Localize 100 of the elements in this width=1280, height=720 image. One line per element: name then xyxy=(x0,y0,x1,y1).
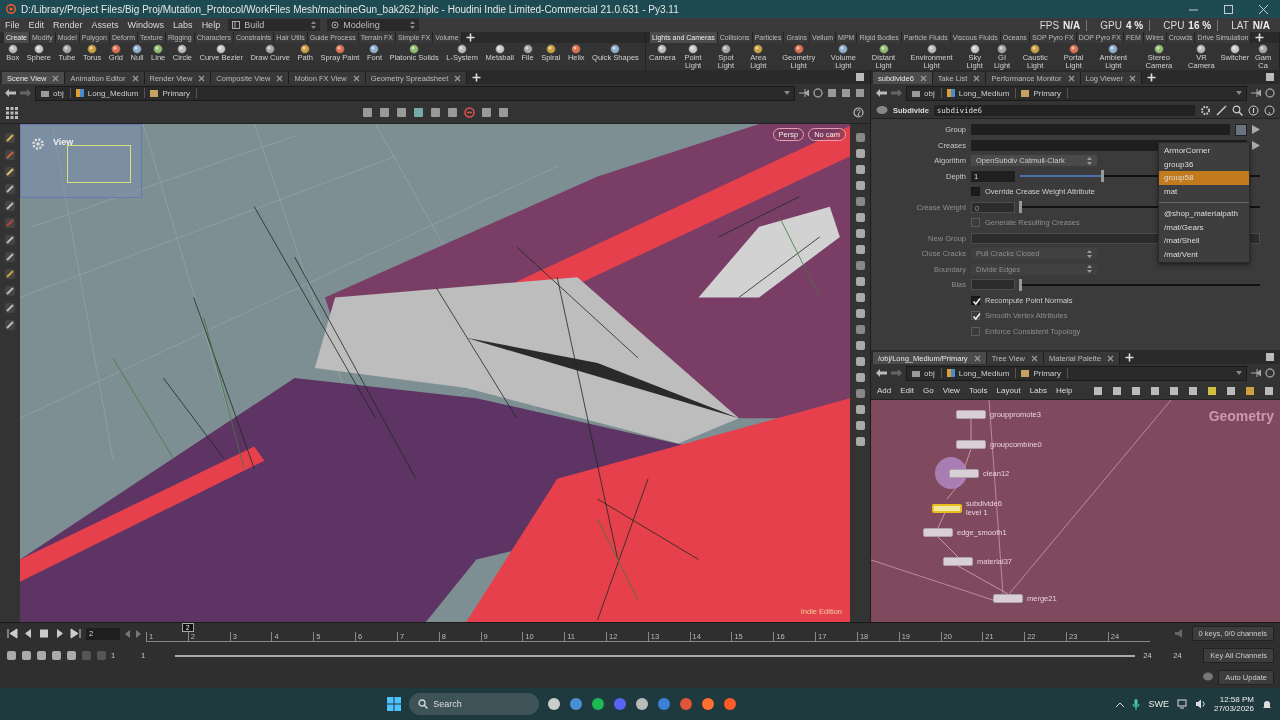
search-icon[interactable] xyxy=(1232,104,1243,116)
menu-item[interactable]: Help xyxy=(200,20,222,30)
menu-item[interactable]: Labs xyxy=(1029,386,1047,395)
close-icon[interactable] xyxy=(131,74,139,82)
tool-icon[interactable] xyxy=(4,132,16,144)
toolbar-icon[interactable] xyxy=(1245,385,1255,396)
menu-item[interactable]: Add xyxy=(877,386,892,395)
tool-icon[interactable] xyxy=(854,212,866,223)
pin-icon[interactable] xyxy=(1251,88,1261,98)
clock-time[interactable]: 12:58 PM xyxy=(1219,695,1254,704)
list-option[interactable]: group36 xyxy=(1159,157,1249,171)
tool-icon[interactable] xyxy=(854,132,866,143)
play-icon[interactable] xyxy=(54,628,66,640)
square-icon[interactable] xyxy=(498,107,509,118)
tool-icon[interactable] xyxy=(4,268,16,280)
tool-icon[interactable] xyxy=(854,292,866,303)
close-icon[interactable] xyxy=(973,74,981,82)
network-node[interactable] xyxy=(993,594,1023,603)
desktop-selector[interactable]: Modeling xyxy=(327,19,420,31)
close-icon[interactable] xyxy=(352,74,360,82)
close-icon[interactable] xyxy=(52,74,60,82)
desktop-selector[interactable]: Build xyxy=(228,19,321,31)
tool-icon[interactable] xyxy=(854,308,866,319)
dropdown-arrow-icon[interactable] xyxy=(784,91,790,95)
clock-date[interactable]: 27/03/2026 xyxy=(1213,704,1254,713)
bell-icon[interactable] xyxy=(1262,698,1272,710)
dropdown-arrow-icon[interactable] xyxy=(1236,91,1242,95)
network-node[interactable] xyxy=(949,469,979,478)
tool-icon[interactable] xyxy=(854,228,866,239)
close-icon[interactable] xyxy=(454,74,462,82)
path-segment[interactable]: Long_Medium xyxy=(74,88,146,98)
square-icon[interactable] xyxy=(841,88,851,98)
back-arrow-icon[interactable] xyxy=(876,369,887,377)
menu-item[interactable]: Windows xyxy=(126,20,166,30)
tool-icon[interactable] xyxy=(4,251,16,263)
circle-icon[interactable] xyxy=(1265,88,1275,98)
tool-icon[interactable] xyxy=(854,404,866,415)
close-icon[interactable] xyxy=(1067,74,1075,82)
tool-icon[interactable] xyxy=(854,260,866,271)
grid-icon[interactable] xyxy=(6,106,18,119)
app-icon[interactable] xyxy=(635,697,650,711)
tool-icon[interactable] xyxy=(854,356,866,367)
tool-icon[interactable] xyxy=(854,148,866,159)
microphone-icon[interactable] xyxy=(1132,698,1141,710)
tool-icon[interactable] xyxy=(854,372,866,383)
toolbar-icon[interactable] xyxy=(1112,385,1122,396)
menu-item[interactable]: Go xyxy=(923,386,934,395)
path-segment[interactable]: Long_Medium xyxy=(945,88,1017,98)
network-node[interactable] xyxy=(956,440,986,449)
menu-item[interactable]: Layout xyxy=(996,386,1021,395)
chat-icon[interactable] xyxy=(1202,672,1215,683)
menu-item[interactable]: Assets xyxy=(90,20,120,30)
square-icon[interactable] xyxy=(362,107,373,118)
toolbar-icon[interactable] xyxy=(1150,385,1160,396)
back-arrow-icon[interactable] xyxy=(5,89,16,97)
list-option[interactable]: mat xyxy=(1159,184,1249,198)
tool-icon[interactable] xyxy=(4,319,16,331)
plus-icon[interactable] xyxy=(465,33,475,42)
toolbar-icon[interactable] xyxy=(1188,385,1198,396)
circle-icon[interactable] xyxy=(464,107,475,118)
app-icon[interactable] xyxy=(547,697,562,711)
close-icon[interactable] xyxy=(1259,4,1268,14)
close-icon[interactable] xyxy=(1107,354,1115,362)
path-segment[interactable]: obj xyxy=(40,88,71,98)
windows-logo-icon[interactable] xyxy=(387,697,402,711)
path-segment[interactable]: obj xyxy=(911,88,942,98)
checkbox[interactable] xyxy=(971,187,980,197)
tool-icon[interactable] xyxy=(854,196,866,207)
toolbar-icon[interactable] xyxy=(36,650,47,661)
first-frame-icon[interactable] xyxy=(6,628,18,640)
menu-item[interactable]: Help xyxy=(1056,386,1073,395)
tool-icon[interactable] xyxy=(854,388,866,399)
toolbar-icon[interactable] xyxy=(1131,385,1141,396)
app-icon[interactable] xyxy=(679,697,694,711)
info-icon[interactable] xyxy=(1248,104,1259,116)
brush-icon[interactable] xyxy=(1216,104,1227,116)
circle-icon[interactable] xyxy=(813,88,823,98)
close-icon[interactable] xyxy=(973,354,981,362)
plus-icon[interactable] xyxy=(472,73,482,82)
path-bar[interactable]: obj Long_Medium Primary xyxy=(906,365,1247,381)
list-option[interactable]: ArmorCorner xyxy=(1159,144,1249,158)
plus-icon[interactable] xyxy=(1255,33,1265,42)
pin-icon[interactable] xyxy=(1251,368,1261,378)
step-forward-icon[interactable] xyxy=(135,629,142,638)
close-icon[interactable] xyxy=(276,74,284,82)
toolbar-icon[interactable] xyxy=(1093,385,1103,396)
tool-icon[interactable] xyxy=(4,183,16,195)
app-icon[interactable] xyxy=(591,697,606,711)
menu-item[interactable]: Tools xyxy=(968,386,988,395)
square-icon[interactable] xyxy=(855,88,865,98)
square-icon[interactable] xyxy=(827,88,837,98)
circle-icon[interactable] xyxy=(1265,368,1275,378)
list-option[interactable]: /mat/Shell xyxy=(1159,234,1249,248)
tool-icon[interactable] xyxy=(854,244,866,255)
tool-icon[interactable] xyxy=(4,166,16,178)
pin-icon[interactable] xyxy=(799,88,809,98)
previous-icon[interactable] xyxy=(22,628,34,640)
plus-icon[interactable] xyxy=(1146,73,1156,82)
path-segment[interactable]: Long_Medium xyxy=(945,368,1017,378)
toolbar-icon[interactable] xyxy=(66,650,77,661)
